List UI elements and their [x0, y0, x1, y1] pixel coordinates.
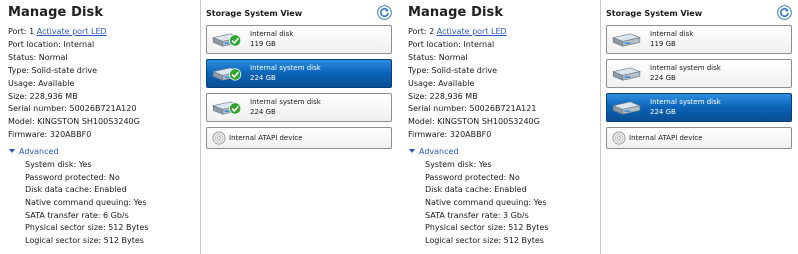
advanced-toggle[interactable]: Advanced [8, 146, 200, 158]
advanced-item: Password protected: No [25, 172, 120, 182]
port-label: Port: 2 [408, 27, 435, 36]
disk-icon [612, 33, 641, 47]
model-text: Model: KINGSTON SH100S3240G [408, 117, 540, 127]
disk-item-internal-system-disk[interactable]: Internal system disk 224 GB [206, 93, 392, 122]
status-text: Status: Normal [408, 52, 468, 62]
disk-name: Internal system disk [650, 64, 721, 72]
disk-item-internal-system-disk[interactable]: Internal system disk 224 GB [606, 93, 792, 122]
disk-item-internal-system-disk[interactable]: Internal system disk 224 GB [606, 59, 792, 88]
serial-number: Serial number: 50026B721A120 [8, 104, 137, 114]
disk-icon [612, 101, 641, 115]
advanced-item: Native command queuing: Yes [425, 197, 547, 207]
manage-disk-panel-2: Manage Disk Port: 2 Activate port LED Po… [400, 0, 600, 254]
disk-item-atapi-device[interactable]: Internal ATAPI device [206, 127, 392, 149]
advanced-label: Advanced [19, 147, 59, 157]
advanced-toggle[interactable]: Advanced [408, 146, 600, 158]
storage-view-title: Storage System View [206, 9, 303, 18]
refresh-icon[interactable] [777, 5, 792, 20]
advanced-item: Logical sector size: 512 Bytes [425, 235, 544, 245]
advanced-item: System disk: Yes [425, 160, 492, 170]
activate-port-led-link[interactable]: Activate port LED [37, 27, 107, 36]
advanced-label: Advanced [419, 147, 459, 157]
advanced-item: Disk data cache: Enabled [425, 185, 527, 195]
disk-size: 119 GB [250, 40, 276, 48]
drive-type: Type: Solid-state drive [8, 65, 98, 75]
optical-disc-icon [212, 131, 226, 145]
advanced-item: Physical sector size: 512 Bytes [25, 223, 149, 233]
advanced-item: Native command queuing: Yes [25, 197, 147, 207]
advanced-list: System disk: Yes Password protected: No … [8, 159, 200, 247]
page-title: Manage Disk [8, 5, 104, 20]
storage-system-view-2: Storage System View Internal disk 119 GB… [600, 0, 798, 254]
disk-icon [612, 67, 641, 81]
disk-item-internal-disk[interactable]: Internal disk 119 GB [606, 25, 792, 54]
firmware-text: Firmware: 320ABBF0 [408, 130, 492, 140]
page-title: Manage Disk [408, 5, 504, 20]
disk-size: 224 GB [250, 74, 276, 82]
disk-name: Internal system disk [650, 98, 721, 106]
drive-type: Type: Solid-state drive [408, 65, 498, 75]
disk-item-internal-system-disk[interactable]: Internal system disk 224 GB [206, 59, 392, 88]
size-text: Size: 228,936 MB [408, 91, 478, 101]
advanced-item: Password protected: No [425, 172, 520, 182]
advanced-item: SATA transfer rate: 3 Gb/s [425, 210, 529, 220]
storage-view-title: Storage System View [606, 9, 703, 18]
disk-check-icon [212, 67, 242, 81]
disk-item-atapi-device[interactable]: Internal ATAPI device [606, 127, 792, 149]
activate-port-led-link[interactable]: Activate port LED [437, 27, 507, 36]
disk-name: Internal disk [250, 30, 294, 38]
disk-check-icon [212, 33, 242, 47]
serial-number: Serial number: 50026B721A121 [408, 104, 537, 114]
disk-name: Internal system disk [250, 64, 321, 72]
manage-disk-panel-1: Manage Disk Port: 1 Activate port LED Po… [0, 0, 200, 254]
disk-item-internal-disk[interactable]: Internal disk 119 GB [206, 25, 392, 54]
optical-disc-icon [612, 131, 626, 145]
model-text: Model: KINGSTON SH100S3240G [8, 117, 140, 127]
status-text: Status: Normal [8, 52, 68, 62]
disk-check-icon [212, 101, 242, 115]
port-row: Port: 2 Activate port LED [408, 26, 600, 39]
advanced-item: SATA transfer rate: 6 Gb/s [25, 210, 129, 220]
disk-name: Internal disk [650, 30, 694, 38]
advanced-item: Physical sector size: 512 Bytes [425, 223, 549, 233]
disk-name: Internal ATAPI device [229, 134, 303, 142]
disk-size: 224 GB [650, 108, 676, 116]
usage-text: Usage: Available [408, 78, 475, 88]
refresh-icon[interactable] [377, 5, 392, 20]
advanced-item: Disk data cache: Enabled [25, 185, 127, 195]
firmware-text: Firmware: 320ABBF0 [8, 130, 92, 140]
chevron-down-icon [409, 149, 415, 154]
storage-view-header: Storage System View [606, 5, 792, 25]
disk-size: 224 GB [250, 108, 276, 116]
advanced-item: Logical sector size: 512 Bytes [25, 235, 144, 245]
storage-system-view-1: Storage System View Internal disk 119 GB [200, 0, 398, 254]
port-row: Port: 1 Activate port LED [8, 26, 200, 39]
disk-name: Internal system disk [250, 98, 321, 106]
disk-name: Internal ATAPI device [629, 134, 703, 142]
usage-text: Usage: Available [8, 78, 75, 88]
size-text: Size: 228,936 MB [8, 91, 78, 101]
advanced-item: System disk: Yes [25, 160, 92, 170]
storage-view-header: Storage System View [206, 5, 392, 25]
disk-size: 224 GB [650, 74, 676, 82]
port-label: Port: 1 [8, 27, 35, 36]
port-location: Port location: Internal [408, 39, 495, 49]
advanced-list: System disk: Yes Password protected: No … [408, 159, 600, 247]
disk-size: 119 GB [650, 40, 676, 48]
port-location: Port location: Internal [8, 39, 95, 49]
chevron-down-icon [9, 149, 15, 154]
